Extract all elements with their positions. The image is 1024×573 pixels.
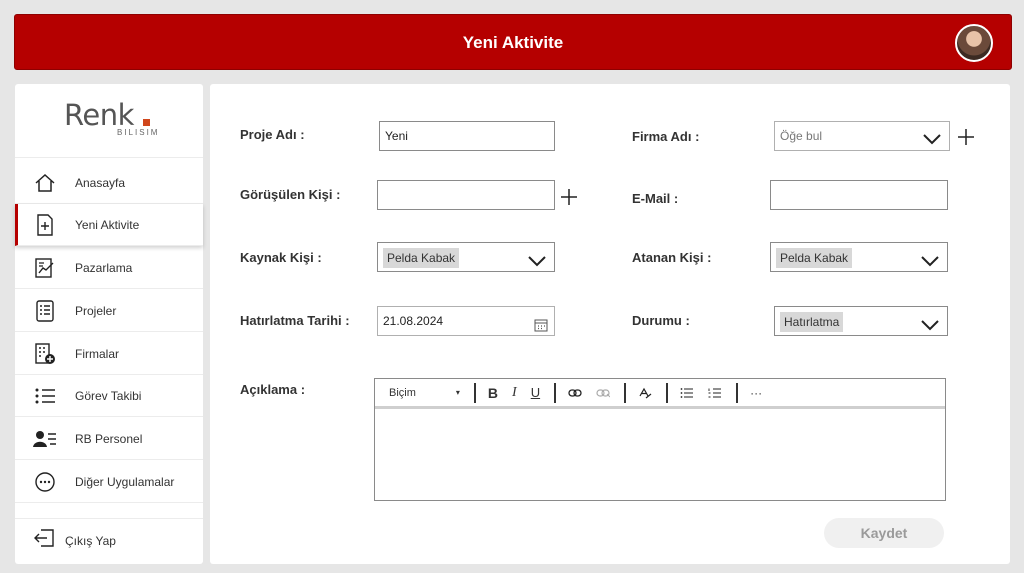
calendar-icon[interactable]	[534, 314, 548, 342]
companies-icon	[33, 342, 57, 366]
kaynak-kisi-chip: Pelda Kabak	[383, 248, 460, 268]
toolbar-separator	[624, 382, 627, 403]
logout-label: Çıkış Yap	[65, 533, 116, 548]
toolbar-separator	[666, 382, 669, 403]
format-dropdown[interactable]: Biçim ▾	[389, 387, 460, 399]
user-avatar[interactable]	[955, 24, 993, 62]
kaynak-kisi-label: Kaynak Kişi :	[240, 250, 322, 265]
chevron-down-icon[interactable]	[921, 313, 939, 341]
editor-toolbar: Biçim ▾ B I U ···	[375, 379, 945, 409]
unlink-icon[interactable]	[596, 388, 611, 398]
gorusulen-kisi-input[interactable]	[377, 180, 555, 210]
activity-form: Proje Adı : Yeni Firma Adı : Öğe bul Gör…	[210, 84, 1010, 564]
chevron-down-icon[interactable]	[923, 127, 941, 155]
logout-button[interactable]: Çıkış Yap	[15, 518, 203, 562]
hatirlatma-tarihi-value: 21.08.2024	[383, 314, 444, 328]
numbered-list-icon[interactable]	[708, 388, 722, 398]
logo-dot	[143, 119, 150, 126]
sidebar-item-label: Anasayfa	[75, 175, 126, 190]
atanan-kisi-chip: Pelda Kabak	[776, 248, 853, 268]
italic-button[interactable]: I	[512, 385, 517, 401]
logo-word: Renk	[64, 98, 134, 132]
sidebar-item-gorev-takibi[interactable]: Görev Takibi	[15, 375, 203, 417]
sidebar-item-label: Projeler	[75, 303, 117, 318]
bullet-list-icon[interactable]	[680, 387, 694, 398]
task-list-icon	[33, 384, 57, 408]
sidebar-item-rb-personel[interactable]: RB Personel	[15, 418, 203, 460]
proje-adi-input[interactable]: Yeni	[379, 121, 555, 151]
sidebar-item-firmalar[interactable]: Firmalar	[15, 333, 203, 375]
atanan-kisi-label: Atanan Kişi :	[632, 250, 712, 265]
add-firma-icon[interactable]	[957, 128, 975, 146]
proje-adi-label: Proje Adı :	[240, 127, 305, 142]
marketing-icon	[33, 256, 57, 280]
toolbar-separator	[736, 382, 739, 403]
sidebar-item-diger-uygulamalar[interactable]: Diğer Uygulamalar	[15, 461, 203, 503]
email-label: E-Mail :	[632, 191, 679, 206]
aciklama-rich-text-editor[interactable]: Biçim ▾ B I U ···	[374, 378, 946, 501]
firma-adi-label: Firma Adı :	[632, 129, 700, 144]
sidebar-item-yeni-aktivite[interactable]: Yeni Aktivite	[15, 204, 203, 246]
durumu-label: Durumu :	[632, 313, 690, 328]
durumu-chip: Hatırlatma	[780, 312, 844, 332]
format-dropdown-label: Biçim	[389, 386, 416, 399]
sidebar-item-label: Diğer Uygulamalar	[75, 474, 175, 489]
caret-down-icon: ▾	[455, 388, 460, 397]
more-options-icon[interactable]: ···	[750, 386, 762, 400]
logout-icon	[33, 529, 55, 552]
gorusulen-kisi-label: Görüşülen Kişi :	[240, 187, 341, 202]
new-document-icon	[33, 213, 57, 237]
kaynak-kisi-dropdown[interactable]: Pelda Kabak	[377, 242, 555, 272]
sidebar-item-label: Pazarlama	[75, 260, 133, 275]
sidebar-item-label: Görev Takibi	[75, 388, 142, 403]
top-bar: Yeni Aktivite	[14, 14, 1012, 70]
sidebar-item-projeler[interactable]: Projeler	[15, 290, 203, 332]
page-title: Yeni Aktivite	[462, 33, 564, 52]
sidebar: Renk BILISIM Anasayfa Yeni Aktivite Paza…	[15, 84, 203, 564]
aciklama-label: Açıklama :	[240, 382, 306, 397]
sidebar-item-anasayfa[interactable]: Anasayfa	[15, 162, 203, 204]
clear-format-icon[interactable]	[638, 386, 652, 400]
bold-button[interactable]: B	[488, 385, 498, 401]
projects-icon	[33, 299, 57, 323]
save-button[interactable]: Kaydet	[824, 518, 944, 548]
sidebar-item-label: Yeni Aktivite	[75, 217, 140, 232]
firma-adi-placeholder: Öğe bul	[780, 129, 823, 143]
chevron-down-icon[interactable]	[921, 249, 939, 277]
hatirlatma-tarihi-datepicker[interactable]: 21.08.2024	[377, 306, 555, 336]
underline-button[interactable]: U	[531, 385, 540, 400]
toolbar-separator	[473, 382, 476, 403]
hatirlatma-tarihi-label: Hatırlatma Tarihi :	[240, 313, 350, 328]
logo-subtitle: BILISIM	[117, 128, 160, 137]
firma-adi-combobox[interactable]: Öğe bul	[774, 121, 950, 151]
email-input[interactable]	[770, 180, 948, 210]
add-contact-icon[interactable]	[560, 188, 578, 206]
chevron-down-icon[interactable]	[528, 249, 546, 277]
company-logo[interactable]: Renk BILISIM	[15, 84, 203, 158]
atanan-kisi-dropdown[interactable]: Pelda Kabak	[770, 242, 948, 272]
link-icon[interactable]	[568, 388, 582, 398]
sidebar-item-label: RB Personel	[75, 431, 143, 446]
personnel-icon	[33, 427, 57, 451]
sidebar-item-pazarlama[interactable]: Pazarlama	[15, 247, 203, 289]
toolbar-separator	[554, 382, 557, 403]
home-icon	[33, 171, 57, 195]
durumu-dropdown[interactable]: Hatırlatma	[774, 306, 948, 336]
more-apps-icon	[33, 470, 57, 494]
sidebar-item-label: Firmalar	[75, 346, 119, 361]
